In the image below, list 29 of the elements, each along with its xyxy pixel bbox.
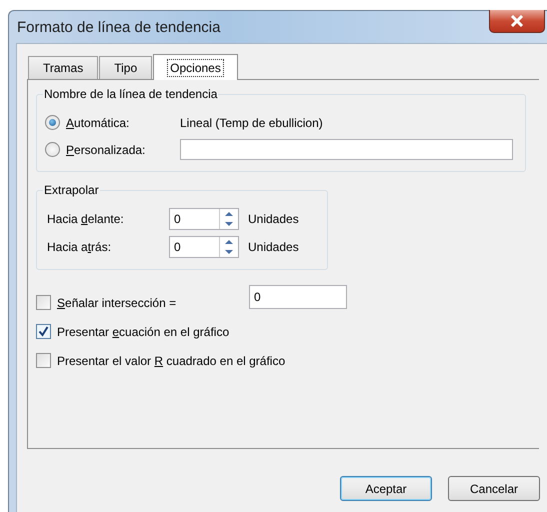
close-button[interactable]	[489, 10, 545, 33]
unit-label: Unidades	[248, 212, 299, 226]
input-field[interactable]	[180, 139, 513, 160]
checkbox[interactable]	[36, 353, 51, 368]
dialog-button[interactable]: Cancelar	[448, 476, 540, 501]
tab[interactable]: Opciones	[153, 54, 238, 80]
checkbox-label: Presentar ecuación en el gráfico	[57, 324, 230, 338]
window-title: Formato de línea de tendencia	[17, 18, 220, 36]
close-icon	[510, 15, 524, 27]
spin-field[interactable]: 0	[169, 236, 239, 258]
unit-label: Unidades	[248, 240, 299, 254]
radio-button[interactable]	[45, 115, 60, 130]
checkbox-label: Señalar intersección =	[57, 296, 178, 310]
radio-label: Personalizada:	[66, 142, 146, 156]
dialog-button[interactable]: Aceptar	[340, 476, 432, 501]
tab[interactable]: Tramas	[28, 56, 98, 79]
field-label: Hacia delante:	[47, 212, 124, 226]
input-field[interactable]: 0	[249, 284, 347, 308]
spin-field[interactable]: 0	[169, 208, 239, 230]
group-title: Extrapolar	[43, 183, 100, 197]
checkbox-label: Presentar el valor R cuadrado en el gráfico	[57, 354, 286, 368]
tab[interactable]: Tipo	[99, 56, 152, 79]
group-title: Nombre de la línea de tendencia	[43, 87, 218, 101]
trendline-name: Lineal (Temp de ebullicion)	[180, 116, 323, 130]
radio-label: Automática:	[66, 116, 130, 130]
field-label: Hacia atrás:	[47, 240, 112, 254]
checkbox[interactable]	[36, 324, 51, 339]
checkbox[interactable]	[36, 295, 51, 310]
radio-button[interactable]	[45, 142, 60, 157]
